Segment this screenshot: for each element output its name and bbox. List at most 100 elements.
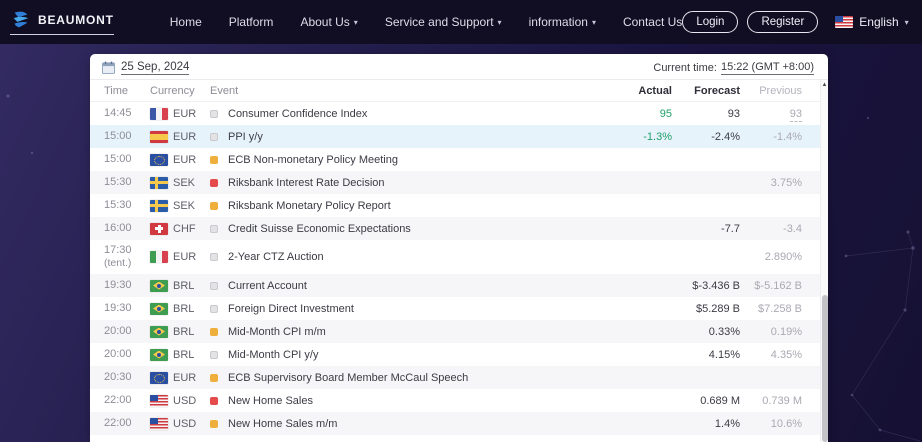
us-flag-icon xyxy=(835,16,854,28)
nav-actions: Login Register English ▾ xyxy=(682,11,909,33)
event-currency: EUR xyxy=(150,371,210,384)
event-time: 16:00 xyxy=(104,221,132,234)
event-time: 15:30 xyxy=(104,175,132,188)
nav-item-platform[interactable]: Platform xyxy=(229,15,274,29)
event-time: 19:30 xyxy=(104,278,132,291)
language-label: English xyxy=(859,15,899,29)
flag-us-icon xyxy=(150,417,168,430)
event-previous: 10.6% xyxy=(770,417,802,430)
brand-logo[interactable]: BEAUMONT xyxy=(10,9,114,35)
event-time: 20:00 xyxy=(104,347,132,360)
flag-it-icon xyxy=(150,251,168,263)
importance-indicator xyxy=(210,373,218,382)
importance-indicator xyxy=(210,109,218,118)
event-previous: -3.4 xyxy=(783,222,802,235)
event-row[interactable]: 22:00 USD New Home Sales m/m 1.4% 10.6% xyxy=(90,412,828,435)
column-header-previous: Previous xyxy=(759,84,802,97)
chevron-down-icon: ▾ xyxy=(497,17,502,27)
table-scrollbar[interactable]: ▲ xyxy=(820,80,828,442)
event-row[interactable]: 15:00 EUR ECB Non-monetary Policy Meetin… xyxy=(90,148,828,171)
event-name-cell: ECB Non-monetary Policy Meeting xyxy=(210,154,604,166)
event-currency: BRL xyxy=(150,348,210,361)
event-forecast: 0.689 M xyxy=(700,394,740,407)
flag-br-icon xyxy=(150,279,168,292)
beaumont-logo-icon xyxy=(10,9,32,31)
chevron-down-icon: ▾ xyxy=(353,17,358,27)
event-name-cell: Mid-Month CPI m/m xyxy=(210,326,604,338)
timezone-selector[interactable]: 15:22 (GMT +8:00) xyxy=(720,61,814,75)
event-time: 22:00 xyxy=(104,416,132,429)
language-selector[interactable]: English ▾ xyxy=(835,15,909,29)
event-row[interactable]: 15:00 EUR PPI y/y -1.3% -2.4% -1.4% xyxy=(90,125,828,148)
event-currency: USD xyxy=(150,417,210,430)
column-header-currency: Currency xyxy=(150,84,195,97)
event-actual: -1.3% xyxy=(643,130,672,143)
calendar-icon xyxy=(102,61,115,74)
chevron-down-icon: ▾ xyxy=(904,17,909,27)
importance-indicator xyxy=(210,253,218,261)
event-currency: EUR xyxy=(150,130,210,143)
nav-item-service-and-support[interactable]: Service and Support ▾ xyxy=(385,15,502,29)
current-time-label: Current time: xyxy=(653,61,717,74)
importance-indicator xyxy=(210,132,218,141)
login-button[interactable]: Login xyxy=(682,11,739,33)
event-previous: $7.258 B xyxy=(757,302,802,315)
chevron-down-icon: ▾ xyxy=(591,17,596,27)
event-row[interactable]: 20:00 BRL Mid-Month CPI y/y 4.15% 4.35% xyxy=(90,343,828,366)
column-header-event: Event xyxy=(210,84,239,97)
current-time: Current time: 15:22 (GMT +8:00) xyxy=(653,61,814,75)
importance-indicator xyxy=(210,396,218,405)
event-currency: USD xyxy=(150,394,210,407)
date-picker[interactable]: 25 Sep, 2024 xyxy=(102,61,190,75)
event-row[interactable]: 15:30 SEK Riksbank Interest Rate Decisio… xyxy=(90,171,828,194)
page: BEAUMONT Home Platform About Us ▾ Servic… xyxy=(0,0,922,442)
nav-item-home[interactable]: Home xyxy=(170,15,202,29)
importance-indicator xyxy=(210,178,218,187)
event-forecast: 0.33% xyxy=(708,325,740,338)
importance-indicator xyxy=(210,304,218,313)
importance-indicator xyxy=(210,201,218,210)
event-previous: 2.890% xyxy=(764,251,802,263)
event-forecast: 4.15% xyxy=(708,348,740,361)
flag-eu-icon xyxy=(150,153,168,166)
event-row[interactable]: 20:30 EUR ECB Supervisory Board Member M… xyxy=(90,366,828,389)
column-header-forecast: Forecast xyxy=(694,84,740,97)
event-row[interactable]: 15:30 SEK Riksbank Monetary Policy Repor… xyxy=(90,194,828,217)
event-forecast: $5.289 B xyxy=(695,302,740,315)
register-button[interactable]: Register xyxy=(747,11,819,33)
importance-indicator xyxy=(210,327,218,336)
event-previous: $-5.162 B xyxy=(754,279,802,292)
event-name-cell: 2-Year CTZ Auction xyxy=(210,251,604,263)
nav-item-information[interactable]: information ▾ xyxy=(529,15,596,29)
flag-br-icon xyxy=(150,348,168,361)
event-row[interactable]: 19:30 BRL Foreign Direct Investment $5.2… xyxy=(90,297,828,320)
event-currency: SEK xyxy=(150,199,210,212)
scrollbar-thumb[interactable] xyxy=(822,295,828,442)
event-row[interactable]: 14:45 EUR Consumer Confidence Index 95 9… xyxy=(90,102,828,125)
event-row[interactable]: 22:00 USD New Home Sales 0.689 M 0.739 M xyxy=(90,389,828,412)
importance-indicator xyxy=(210,419,218,428)
event-previous: 93 xyxy=(789,107,802,122)
event-name-cell: New Home Sales xyxy=(210,395,604,407)
nav-item-contact-us[interactable]: Contact Us xyxy=(623,15,682,29)
event-currency: EUR xyxy=(150,153,210,166)
event-previous: -1.4% xyxy=(773,130,802,143)
event-row[interactable]: 17:30 (tent.) EUR 2-Year CTZ Auction 2.89… xyxy=(90,240,828,274)
column-header-time: Time xyxy=(104,84,129,97)
event-row[interactable]: 19:30 BRL Current Account $-3.436 B $-5.… xyxy=(90,274,828,297)
event-row[interactable]: 20:00 BRL Mid-Month CPI m/m 0.33% 0.19% xyxy=(90,320,828,343)
event-time: 17:30 (tent.) xyxy=(104,243,132,270)
flag-se-icon xyxy=(150,176,168,189)
nav-item-about-us[interactable]: About Us ▾ xyxy=(300,15,357,29)
event-forecast: 1.4% xyxy=(714,417,740,430)
column-header-actual: Actual xyxy=(638,84,672,97)
event-currency: BRL xyxy=(150,279,210,292)
event-name-cell: New Home Sales m/m xyxy=(210,418,604,430)
table-column-headers: Time Currency Event Actual Forecast Prev… xyxy=(90,80,828,102)
event-row[interactable]: 16:00 CHF Credit Suisse Economic Expecta… xyxy=(90,217,828,240)
flag-es-icon xyxy=(150,130,168,143)
scroll-up-arrow[interactable]: ▲ xyxy=(821,80,828,90)
event-forecast: -2.4% xyxy=(711,130,740,143)
event-currency: CHF xyxy=(150,222,210,235)
event-name-cell: Current Account xyxy=(210,280,604,292)
